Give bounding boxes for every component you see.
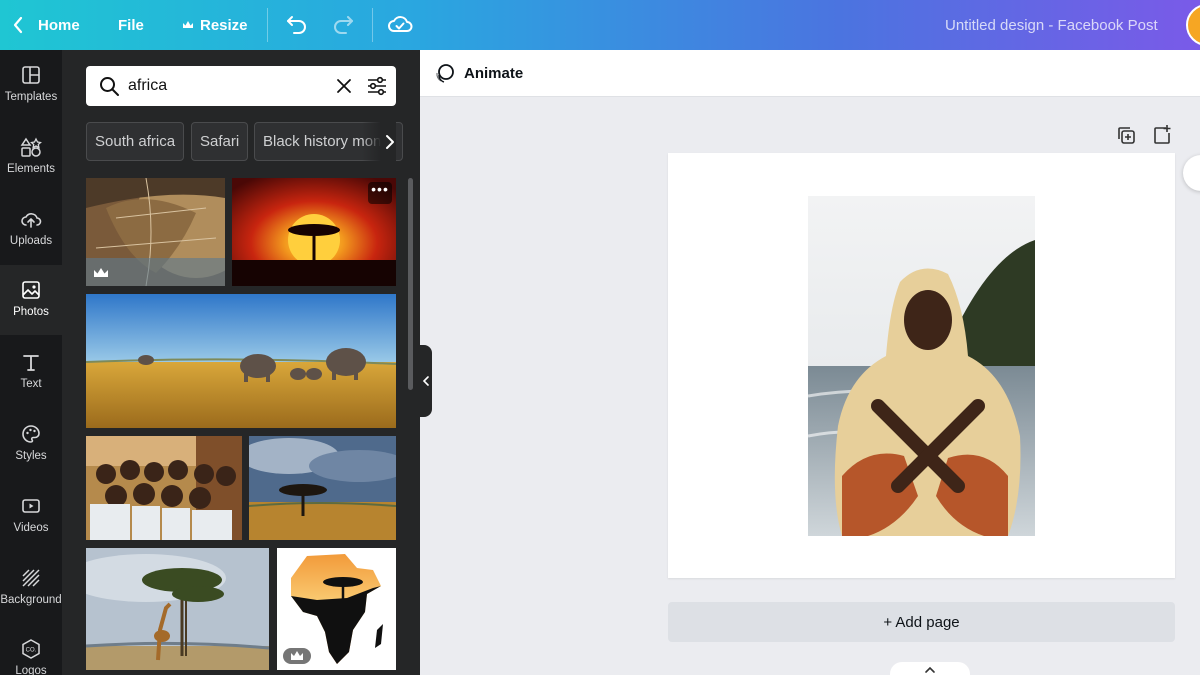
rail-item-videos[interactable]: Videos bbox=[0, 481, 62, 551]
premium-badge bbox=[283, 648, 311, 664]
elephants-savanna-image bbox=[86, 294, 396, 428]
add-page-button[interactable]: + Add page bbox=[668, 602, 1175, 642]
upload-cloud-icon bbox=[21, 213, 42, 228]
video-icon bbox=[22, 499, 40, 513]
photo-result-acacia-sunset[interactable]: ••• bbox=[232, 178, 396, 286]
crown-icon bbox=[183, 21, 193, 28]
page-panel-toggle[interactable] bbox=[890, 662, 970, 675]
redo-icon[interactable] bbox=[330, 11, 356, 37]
file-menu-button[interactable]: File bbox=[118, 0, 144, 50]
giraffe-tree-image bbox=[86, 548, 269, 670]
text-icon bbox=[23, 355, 39, 371]
search-icon bbox=[100, 77, 119, 96]
chip-safari[interactable]: Safari bbox=[191, 122, 249, 161]
suggestion-chips: South africa Safari Black history month bbox=[86, 122, 404, 162]
close-icon[interactable] bbox=[334, 76, 354, 96]
photo-result-giraffe[interactable] bbox=[86, 548, 269, 670]
elements-icon bbox=[20, 137, 42, 157]
undo-icon[interactable] bbox=[284, 11, 310, 37]
design-title[interactable]: Untitled design - Facebook Post bbox=[945, 0, 1158, 50]
photo-result-acacia-storm[interactable] bbox=[249, 436, 396, 540]
templates-icon bbox=[22, 66, 40, 84]
cloud-check-icon[interactable] bbox=[386, 10, 414, 38]
editor-toolbar: Animate bbox=[420, 50, 1200, 97]
divider bbox=[372, 8, 373, 42]
filter-sliders-icon[interactable] bbox=[366, 75, 388, 97]
resize-button[interactable]: Resize bbox=[182, 0, 248, 50]
rail-item-templates[interactable]: Templates bbox=[0, 50, 62, 120]
photos-panel: South africa Safari Black history month bbox=[62, 50, 420, 675]
search-box bbox=[86, 66, 396, 106]
animate-icon bbox=[436, 64, 454, 83]
chips-scroll-right[interactable] bbox=[362, 122, 396, 161]
top-bar: Home File Resize Untitled design - Faceb… bbox=[0, 0, 1200, 50]
divider bbox=[267, 8, 268, 42]
panel-scrollbar[interactable] bbox=[408, 178, 413, 390]
more-options-button[interactable]: ••• bbox=[368, 182, 392, 204]
chevron-right-icon bbox=[386, 134, 394, 149]
rail-item-logos[interactable]: CO. Logos bbox=[0, 624, 62, 675]
search-input[interactable] bbox=[128, 74, 318, 98]
add-page-icon[interactable] bbox=[1151, 124, 1173, 146]
collapse-panel-button[interactable] bbox=[420, 345, 432, 417]
crown-icon bbox=[94, 268, 108, 277]
avatar[interactable] bbox=[1186, 4, 1200, 46]
photo-result-elephants[interactable] bbox=[86, 294, 396, 428]
chevron-up-icon bbox=[925, 666, 935, 673]
crown-icon bbox=[291, 651, 303, 660]
rail-item-text[interactable]: Text bbox=[0, 337, 62, 407]
rail-item-photos[interactable]: Photos bbox=[0, 265, 62, 335]
photo-icon bbox=[22, 281, 40, 299]
woman-portrait-image bbox=[808, 196, 1035, 536]
left-rail: Templates Elements Uploads Photos Text S… bbox=[0, 50, 62, 675]
rail-item-styles[interactable]: Styles bbox=[0, 409, 62, 479]
acacia-storm-image bbox=[249, 436, 396, 540]
duplicate-page-icon[interactable] bbox=[1115, 124, 1137, 146]
logo-icon: CO. bbox=[22, 639, 40, 659]
canvas-photo-woman[interactable] bbox=[808, 196, 1035, 536]
rail-item-elements[interactable]: Elements bbox=[0, 122, 62, 192]
photo-result-africa-map[interactable] bbox=[277, 548, 396, 670]
animate-button[interactable]: Animate bbox=[434, 62, 523, 84]
palette-icon bbox=[22, 425, 40, 443]
chevron-left-icon bbox=[422, 376, 429, 386]
rail-item-uploads[interactable]: Uploads bbox=[0, 194, 62, 264]
photo-result-globe-africa[interactable] bbox=[86, 178, 225, 286]
photo-result-children[interactable] bbox=[86, 436, 242, 540]
background-icon bbox=[22, 569, 40, 587]
svg-text:CO.: CO. bbox=[26, 648, 37, 654]
children-group-image bbox=[86, 436, 242, 540]
chevron-left-icon[interactable] bbox=[10, 13, 26, 37]
chip-south-africa[interactable]: South africa bbox=[86, 122, 185, 161]
canvas-side-button[interactable] bbox=[1183, 155, 1200, 191]
home-button[interactable]: Home bbox=[38, 0, 80, 50]
rail-item-background[interactable]: Background bbox=[0, 553, 62, 623]
